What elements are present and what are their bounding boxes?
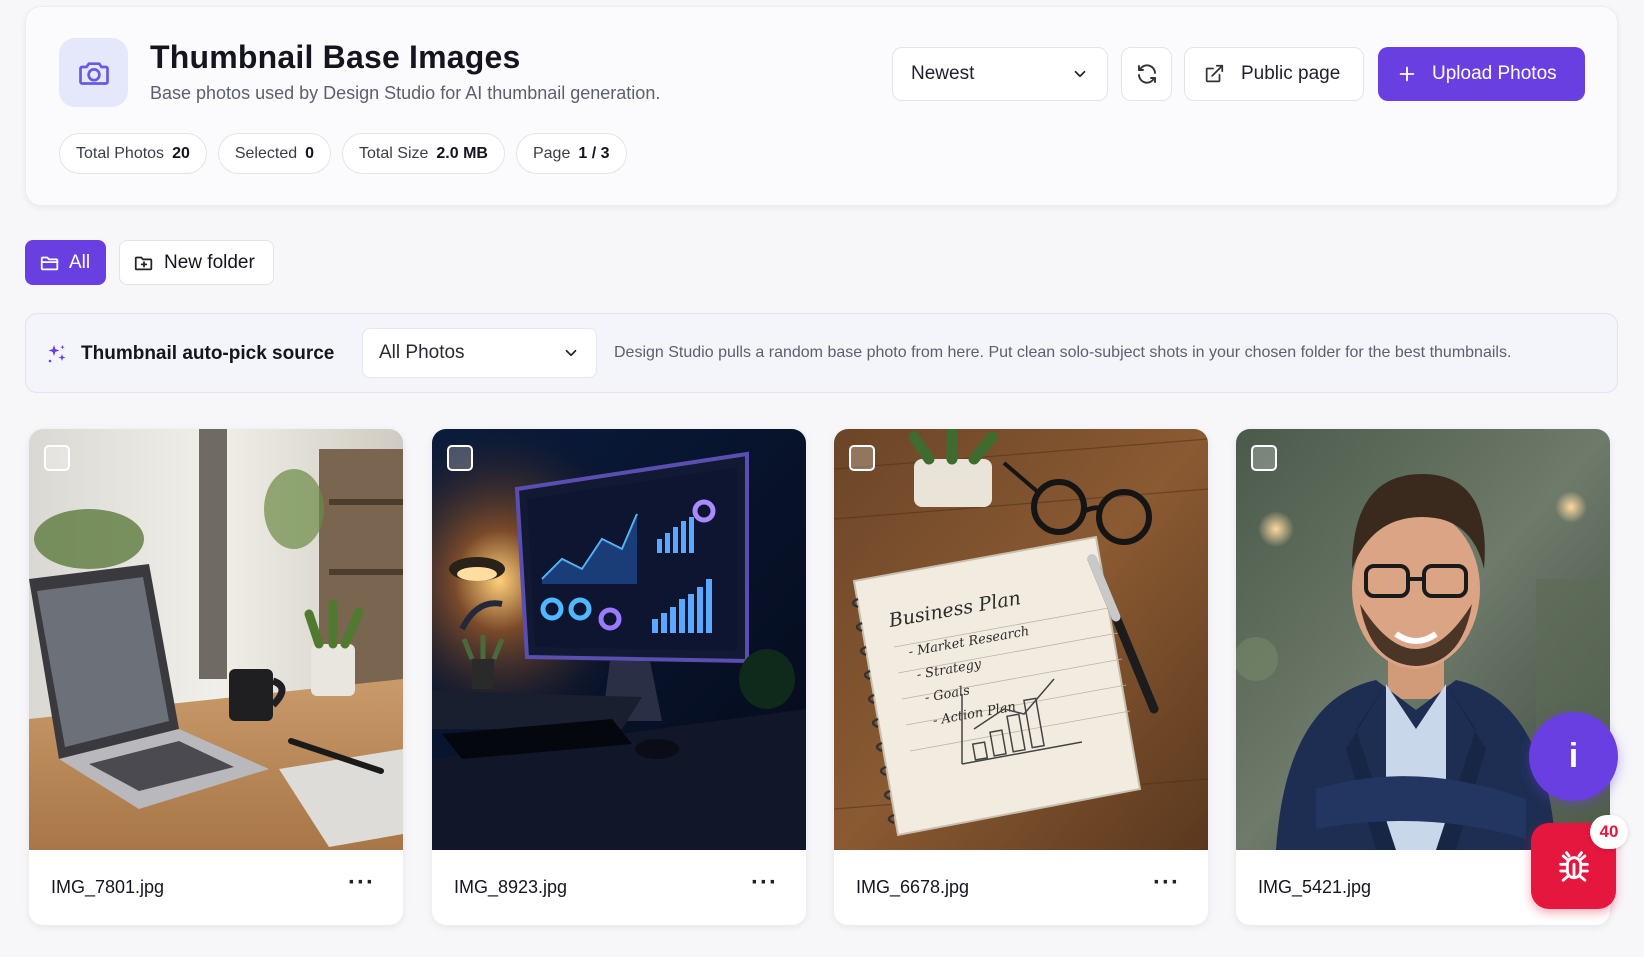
photo-thumbnail: Business Plan - Market Research - Strate… bbox=[834, 429, 1208, 850]
select-checkbox[interactable] bbox=[447, 445, 473, 471]
sort-select[interactable]: Newest bbox=[892, 47, 1108, 101]
photo-filename: IMG_5421.jpg bbox=[1258, 877, 1372, 897]
new-folder-button[interactable]: New folder bbox=[119, 240, 274, 285]
info-icon: i bbox=[1568, 737, 1579, 775]
select-checkbox[interactable] bbox=[1251, 445, 1277, 471]
stat-page: Page 1 / 3 bbox=[515, 133, 627, 174]
folder-open-icon bbox=[40, 256, 59, 270]
auto-pick-source-select[interactable]: All Photos bbox=[362, 328, 597, 378]
photo-filename: IMG_8923.jpg bbox=[454, 877, 568, 897]
page-subtitle: Base photos used by Design Studio for AI… bbox=[150, 83, 661, 103]
sparkles-icon bbox=[48, 345, 66, 363]
info-fab-button[interactable]: i bbox=[1529, 712, 1618, 801]
select-checkbox[interactable] bbox=[849, 445, 875, 471]
photo-thumbnail bbox=[432, 429, 806, 850]
public-page-button[interactable]: Public page bbox=[1184, 47, 1364, 101]
photo-thumbnail bbox=[29, 429, 403, 850]
stat-value: 0 bbox=[305, 144, 315, 162]
chevron-down-icon bbox=[1074, 70, 1086, 78]
external-link-icon bbox=[1205, 64, 1224, 83]
bug-icon bbox=[1558, 851, 1589, 882]
photo-filename: IMG_6678.jpg bbox=[856, 877, 970, 897]
folder-tab-all[interactable]: All bbox=[25, 240, 106, 285]
select-checkbox[interactable] bbox=[44, 445, 70, 471]
page-title: Thumbnail Base Images bbox=[150, 39, 521, 75]
stat-value: 2.0 MB bbox=[436, 144, 488, 162]
public-page-label: Public page bbox=[1241, 63, 1341, 84]
plus-icon bbox=[1399, 66, 1415, 82]
stat-total-photos: Total Photos 20 bbox=[59, 133, 207, 174]
photo-card[interactable]: IMG_8923.jpg ··· bbox=[432, 429, 806, 925]
photo-filename: IMG_7801.jpg bbox=[51, 877, 165, 897]
stats-row: Total Photos 20 Selected 0 Total Size 2.… bbox=[59, 133, 627, 174]
auto-pick-select-value: All Photos bbox=[379, 342, 465, 363]
auto-pick-label: Thumbnail auto-pick source bbox=[81, 343, 335, 364]
upload-photos-button[interactable]: Upload Photos bbox=[1378, 47, 1585, 101]
stat-value: 20 bbox=[172, 144, 190, 162]
stat-value: 1 / 3 bbox=[578, 144, 610, 162]
auto-pick-label-group: Thumbnail auto-pick source bbox=[45, 342, 334, 366]
folder-tab-all-label: All bbox=[69, 251, 91, 273]
upload-photos-label: Upload Photos bbox=[1432, 63, 1557, 84]
chevron-down-icon bbox=[565, 349, 577, 357]
camera-icon bbox=[59, 38, 128, 107]
header-card: Thumbnail Base Images Base photos used b… bbox=[25, 6, 1618, 206]
photo-card[interactable]: IMG_7801.jpg ··· bbox=[29, 429, 403, 925]
auto-pick-bar: Thumbnail auto-pick source All Photos De… bbox=[25, 313, 1618, 393]
stat-label: Page bbox=[532, 144, 571, 162]
stat-label: Total Photos bbox=[76, 144, 165, 162]
stat-label: Selected bbox=[234, 144, 298, 162]
more-options-button[interactable]: ··· bbox=[348, 869, 375, 897]
sort-select-value: Newest bbox=[911, 63, 975, 84]
refresh-button[interactable] bbox=[1121, 47, 1172, 101]
photo-card[interactable]: Business Plan - Market Research - Strate… bbox=[834, 429, 1208, 925]
auto-pick-description: Design Studio pulls a random base photo … bbox=[614, 344, 1512, 361]
stat-selected: Selected 0 bbox=[217, 133, 332, 174]
new-folder-label: New folder bbox=[164, 251, 255, 273]
bug-count-badge: 40 bbox=[1590, 815, 1628, 849]
more-options-button[interactable]: ··· bbox=[751, 869, 778, 897]
refresh-icon bbox=[1137, 64, 1156, 84]
stat-total-size: Total Size 2.0 MB bbox=[342, 133, 505, 174]
folder-plus-icon bbox=[134, 256, 153, 270]
stat-label: Total Size bbox=[359, 144, 429, 162]
more-options-button[interactable]: ··· bbox=[1153, 869, 1180, 897]
